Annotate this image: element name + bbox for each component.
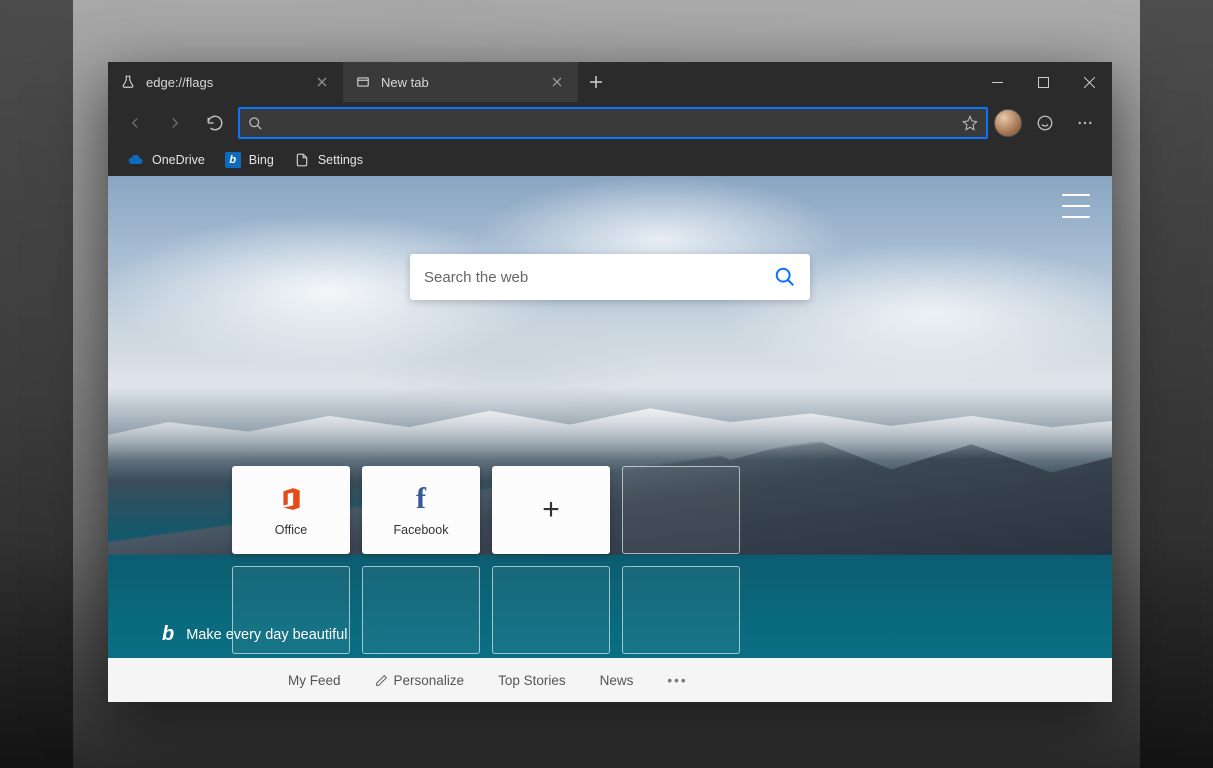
search-icon[interactable] xyxy=(774,266,796,288)
flask-icon xyxy=(120,74,136,90)
favorite-label: Settings xyxy=(318,153,363,167)
cloud-icon xyxy=(128,152,144,168)
feed-news[interactable]: News xyxy=(600,673,634,688)
refresh-button[interactable] xyxy=(198,107,232,139)
tagline-text: Make every day beautiful xyxy=(186,627,347,643)
window-controls xyxy=(974,62,1112,102)
bing-icon: b xyxy=(162,623,174,646)
tile-empty[interactable] xyxy=(492,566,610,654)
plus-icon: + xyxy=(542,494,560,526)
bing-tagline[interactable]: b Make every day beautiful xyxy=(162,623,347,646)
feedback-smiley-icon[interactable] xyxy=(1028,107,1062,139)
tab-newtab[interactable]: New tab xyxy=(343,62,578,102)
search-icon xyxy=(248,116,263,131)
new-tab-button[interactable] xyxy=(578,62,614,102)
desktop-wallpaper: edge://flags New tab xyxy=(0,0,1213,768)
address-bar[interactable] xyxy=(238,107,988,139)
feed-myfeed[interactable]: My Feed xyxy=(288,673,341,688)
file-icon xyxy=(294,152,310,168)
feed-personalize[interactable]: Personalize xyxy=(375,673,465,688)
favorite-bing[interactable]: b Bing xyxy=(217,149,282,171)
tile-empty[interactable] xyxy=(622,566,740,654)
page-icon xyxy=(355,74,371,90)
minimize-button[interactable] xyxy=(974,62,1020,102)
back-button[interactable] xyxy=(118,107,152,139)
tab-close-icon[interactable] xyxy=(315,75,329,89)
pencil-icon xyxy=(375,674,388,687)
tile-label: Office xyxy=(275,523,307,537)
tab-close-icon[interactable] xyxy=(550,75,564,89)
favorite-label: OneDrive xyxy=(152,153,205,167)
more-menu-icon[interactable] xyxy=(1068,107,1102,139)
favorite-settings[interactable]: Settings xyxy=(286,149,371,171)
window-close-button[interactable] xyxy=(1066,62,1112,102)
maximize-button[interactable] xyxy=(1020,62,1066,102)
new-tab-page: Office f Facebook + b Make every day xyxy=(108,176,1112,702)
tab-flags[interactable]: edge://flags xyxy=(108,62,343,102)
tile-office[interactable]: Office xyxy=(232,466,350,554)
tile-facebook[interactable]: f Facebook xyxy=(362,466,480,554)
facebook-icon: f xyxy=(416,483,426,515)
favorite-onedrive[interactable]: OneDrive xyxy=(120,149,213,171)
bing-icon: b xyxy=(225,152,241,168)
tab-label: edge://flags xyxy=(146,75,305,90)
feed-topstories[interactable]: Top Stories xyxy=(498,673,566,688)
tile-empty[interactable] xyxy=(362,566,480,654)
office-icon xyxy=(278,483,304,515)
tab-label: New tab xyxy=(381,75,540,90)
tile-empty[interactable] xyxy=(622,466,740,554)
snow-graphic xyxy=(108,397,1112,460)
browser-window: edge://flags New tab xyxy=(108,62,1112,702)
page-settings-icon[interactable] xyxy=(1062,194,1090,218)
profile-avatar[interactable] xyxy=(994,109,1022,137)
web-search-box[interactable] xyxy=(410,254,810,300)
favorites-bar: OneDrive b Bing Settings xyxy=(108,144,1112,176)
feed-bar: My Feed Personalize Top Stories News ••• xyxy=(108,658,1112,702)
navbar xyxy=(108,102,1112,144)
tile-label: Facebook xyxy=(394,523,449,537)
favorite-label: Bing xyxy=(249,153,274,167)
feed-more-icon[interactable]: ••• xyxy=(667,673,687,688)
favorite-star-icon[interactable] xyxy=(962,115,978,131)
web-search-input[interactable] xyxy=(424,269,764,286)
titlebar: edge://flags New tab xyxy=(108,62,1112,102)
forward-button[interactable] xyxy=(158,107,192,139)
address-input[interactable] xyxy=(271,115,954,131)
tile-add[interactable]: + xyxy=(492,466,610,554)
tab-strip: edge://flags New tab xyxy=(108,62,974,102)
